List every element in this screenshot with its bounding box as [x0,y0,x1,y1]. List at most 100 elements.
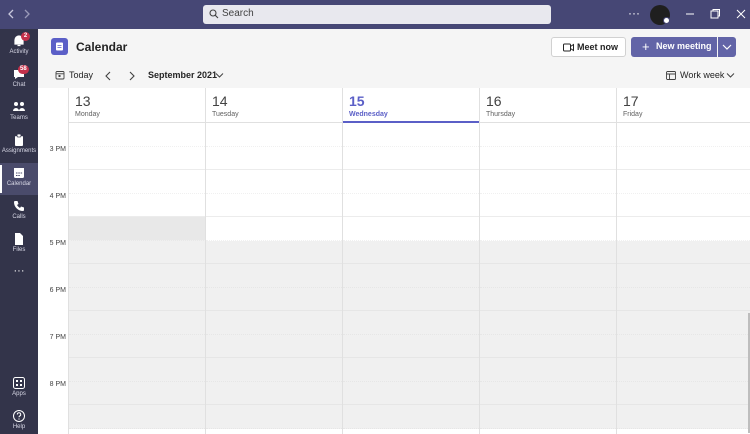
time-slot[interactable] [617,194,750,217]
rail-item-label: Apps [12,391,26,397]
day-name: Wednesday [349,111,388,118]
time-slot[interactable] [617,217,750,241]
time-slot[interactable] [343,264,479,288]
time-slot[interactable] [206,334,342,358]
time-slot[interactable] [617,381,750,405]
time-slot[interactable] [69,334,205,358]
time-slot[interactable] [617,358,750,382]
day-number: 13 [75,93,91,109]
assignments-icon [15,133,23,146]
time-slot[interactable] [343,311,479,335]
time-slot[interactable] [480,170,616,194]
time-slot[interactable] [69,264,205,288]
time-slot[interactable] [480,381,616,405]
time-slot[interactable] [206,147,342,170]
day-column-friday[interactable]: 17 Friday [617,88,750,434]
time-slot[interactable] [69,217,205,241]
next-week-icon[interactable] [127,71,137,81]
day-column-thursday[interactable]: 16 Thursday [480,88,617,434]
forward-arrow-icon[interactable] [20,7,34,21]
time-slot[interactable] [69,287,205,311]
time-slot[interactable] [480,358,616,382]
time-slot[interactable] [206,240,342,264]
day-name: Tuesday [212,111,239,118]
rail-item-chat[interactable]: 58 Chat [0,64,38,96]
time-slot[interactable] [343,147,479,170]
time-slot[interactable] [617,287,750,311]
time-slot[interactable] [69,405,205,429]
time-slot[interactable] [617,311,750,335]
time-slot[interactable] [617,123,750,147]
more-options-button[interactable]: ··· [628,6,640,20]
time-slot[interactable] [480,311,616,335]
time-slot[interactable] [343,358,479,382]
time-slot[interactable] [69,240,205,264]
time-slot[interactable] [343,170,479,194]
time-slot[interactable] [206,264,342,288]
time-slot[interactable] [617,334,750,358]
rail-item-activity[interactable]: 2 Activity [0,31,38,63]
time-slot[interactable] [480,264,616,288]
rail-item-help[interactable]: Help [0,406,38,434]
more-icon: ··· [13,265,25,277]
time-slot[interactable] [343,123,479,147]
day-column-tuesday[interactable]: 14 Tuesday [206,88,343,434]
time-slot[interactable] [617,264,750,288]
search-input[interactable]: Search [203,5,551,24]
time-slot[interactable] [69,170,205,194]
meet-now-button[interactable]: Meet now [551,37,626,57]
time-slot[interactable] [69,147,205,170]
time-slot[interactable] [617,405,750,429]
time-slot[interactable] [617,240,750,264]
day-column-monday[interactable]: 13 Monday [69,88,206,434]
time-slot[interactable] [343,381,479,405]
time-slot[interactable] [206,358,342,382]
time-slot[interactable] [69,123,205,147]
time-slot[interactable] [206,405,342,429]
time-slot[interactable] [69,194,205,217]
time-slot[interactable] [617,147,750,170]
new-meeting-button[interactable]: + New meeting [631,37,717,57]
previous-week-icon[interactable] [103,71,113,81]
time-slot[interactable] [343,217,479,241]
time-slot[interactable] [206,170,342,194]
time-slot[interactable] [206,381,342,405]
time-slot[interactable] [480,405,616,429]
restore-icon[interactable] [709,8,721,20]
rail-item-more[interactable]: ··· [0,265,38,285]
rail-item-calendar[interactable]: Calendar [0,163,38,195]
time-slot[interactable] [343,405,479,429]
time-slot[interactable] [480,240,616,264]
time-slot[interactable] [206,287,342,311]
time-slot[interactable] [69,381,205,405]
time-slot[interactable] [343,240,479,264]
time-slot[interactable] [206,194,342,217]
chevron-down-icon[interactable] [215,72,224,79]
rail-item-calls[interactable]: Calls [0,196,38,228]
new-meeting-dropdown-button[interactable] [718,37,736,57]
time-slot[interactable] [480,217,616,241]
time-slot[interactable] [343,334,479,358]
time-slot[interactable] [206,217,342,241]
time-slot[interactable] [343,287,479,311]
time-slot[interactable] [69,311,205,335]
close-icon[interactable] [735,8,747,20]
back-arrow-icon[interactable] [4,7,18,21]
time-slot[interactable] [206,123,342,147]
time-slot[interactable] [69,358,205,382]
time-slot[interactable] [480,147,616,170]
rail-item-teams[interactable]: Teams [0,97,38,129]
rail-item-apps[interactable]: Apps [0,373,38,405]
time-slot[interactable] [480,123,616,147]
time-slot[interactable] [206,311,342,335]
month-picker[interactable]: September 2021 [148,70,217,80]
rail-item-files[interactable]: Files [0,229,38,261]
rail-item-assignments[interactable]: Assignments [0,130,38,162]
time-slot[interactable] [480,287,616,311]
time-slot[interactable] [617,170,750,194]
minimize-icon[interactable] [684,8,696,20]
time-slot[interactable] [480,194,616,217]
time-slot[interactable] [480,334,616,358]
day-column-wednesday[interactable]: 15 Wednesday [343,88,480,434]
time-slot[interactable] [343,194,479,217]
